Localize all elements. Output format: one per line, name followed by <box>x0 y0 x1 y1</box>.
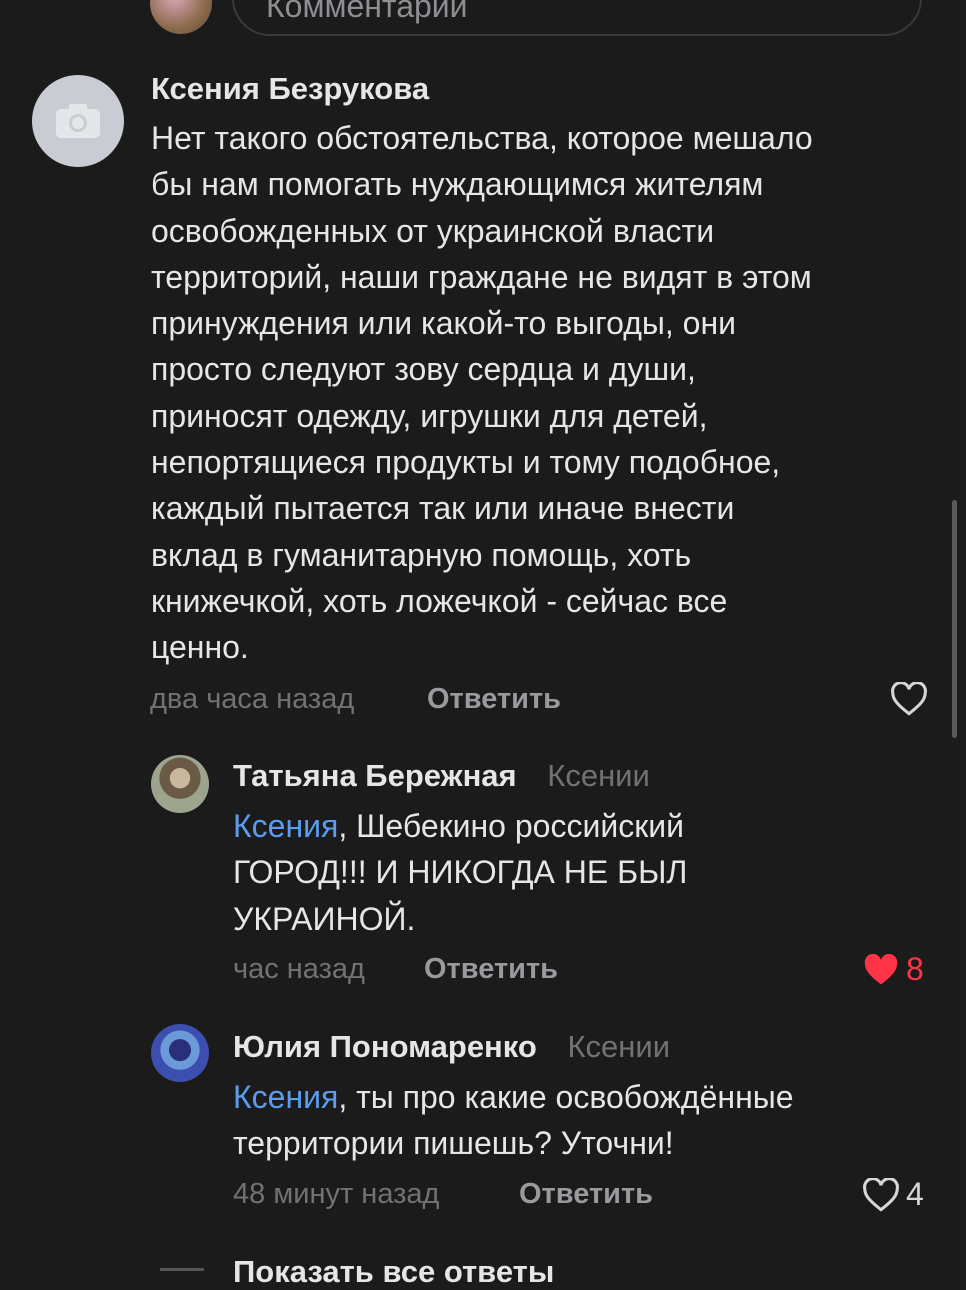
like-count: 8 <box>906 951 924 987</box>
reply-to-label: Ксении <box>567 1029 671 1064</box>
scrollbar[interactable] <box>952 500 957 738</box>
comment-line: приносят одежду, игрушки для детей, <box>151 397 708 434</box>
mention-link[interactable]: Ксения <box>233 808 338 844</box>
comment-input[interactable]: Комментарий <box>232 0 922 36</box>
avatar[interactable] <box>151 755 209 813</box>
comment-line: бы нам помогать нуждающимся жителям <box>151 166 764 203</box>
like-count: 4 <box>906 1176 924 1212</box>
comment-line: освобожденных от украинской власти <box>151 212 715 249</box>
comment-line: непортящиеся продукты и тому подобное, <box>151 444 781 481</box>
comment-text: Нет такого обстоятельства, которое мешал… <box>151 115 813 671</box>
reply-author-name[interactable]: Юлия Пономаренко <box>233 1029 537 1064</box>
reply-line: , ты про какие освобождённые <box>338 1079 794 1115</box>
reply-button[interactable]: Ответить <box>427 683 561 716</box>
reply-line: УКРАИНОЙ. <box>233 900 416 937</box>
reply-line: ГОРОД!!! И НИКОГДА НЕ БЫЛ <box>233 854 688 891</box>
heart-filled-icon[interactable] <box>862 954 900 986</box>
heart-outline-icon[interactable] <box>890 682 928 716</box>
comment-line: Нет такого обстоятельства, которое мешал… <box>151 120 813 156</box>
divider <box>160 1268 204 1271</box>
reply-line: , Шебекино российский <box>338 808 684 844</box>
comment-line: ценно. <box>151 629 249 666</box>
avatar[interactable] <box>151 1024 209 1082</box>
mention-link[interactable]: Ксения <box>233 1079 338 1115</box>
reply-button[interactable]: Ответить <box>519 1178 653 1211</box>
comment-line: принуждения или какой-то выгоды, они <box>151 305 737 342</box>
reply-text: Ксения, Шебекино российский ГОРОД!!! И Н… <box>233 803 687 942</box>
comment-line: книжечкой, хоть ложечкой - сейчас все <box>151 582 728 619</box>
reply-author: Татьяна Бережная Ксении <box>233 758 650 794</box>
avatar-placeholder[interactable] <box>32 75 124 167</box>
reply-author-name[interactable]: Татьяна Бережная <box>233 758 517 793</box>
comment-line: каждый пытается так или иначе внести <box>151 490 735 527</box>
reply-author: Юлия Пономаренко Ксении <box>233 1029 670 1065</box>
heart-outline-icon[interactable] <box>862 1178 900 1212</box>
reply-line: территории пишешь? Уточни! <box>233 1125 674 1162</box>
comment-line: вклад в гуманитарную помощь, хоть <box>151 536 692 573</box>
comment-author[interactable]: Ксения Безрукова <box>151 71 429 107</box>
reply-to-label: Ксении <box>547 758 650 793</box>
reply-button[interactable]: Ответить <box>424 953 558 986</box>
comment-line: территорий, наши граждане не видят в это… <box>151 258 812 295</box>
comment-line: просто следуют зову сердца и души, <box>151 351 696 388</box>
comment-timestamp: два часа назад <box>150 683 355 715</box>
current-user-avatar <box>150 0 212 34</box>
show-all-replies-button[interactable]: Показать все ответы <box>233 1254 554 1290</box>
camera-icon <box>56 104 100 138</box>
reply-text: Ксения, ты про какие освобождённые терри… <box>233 1074 794 1167</box>
reply-timestamp: час назад <box>233 953 365 985</box>
reply-timestamp: 48 минут назад <box>233 1178 440 1210</box>
comment-input-placeholder: Комментарий <box>266 0 468 24</box>
